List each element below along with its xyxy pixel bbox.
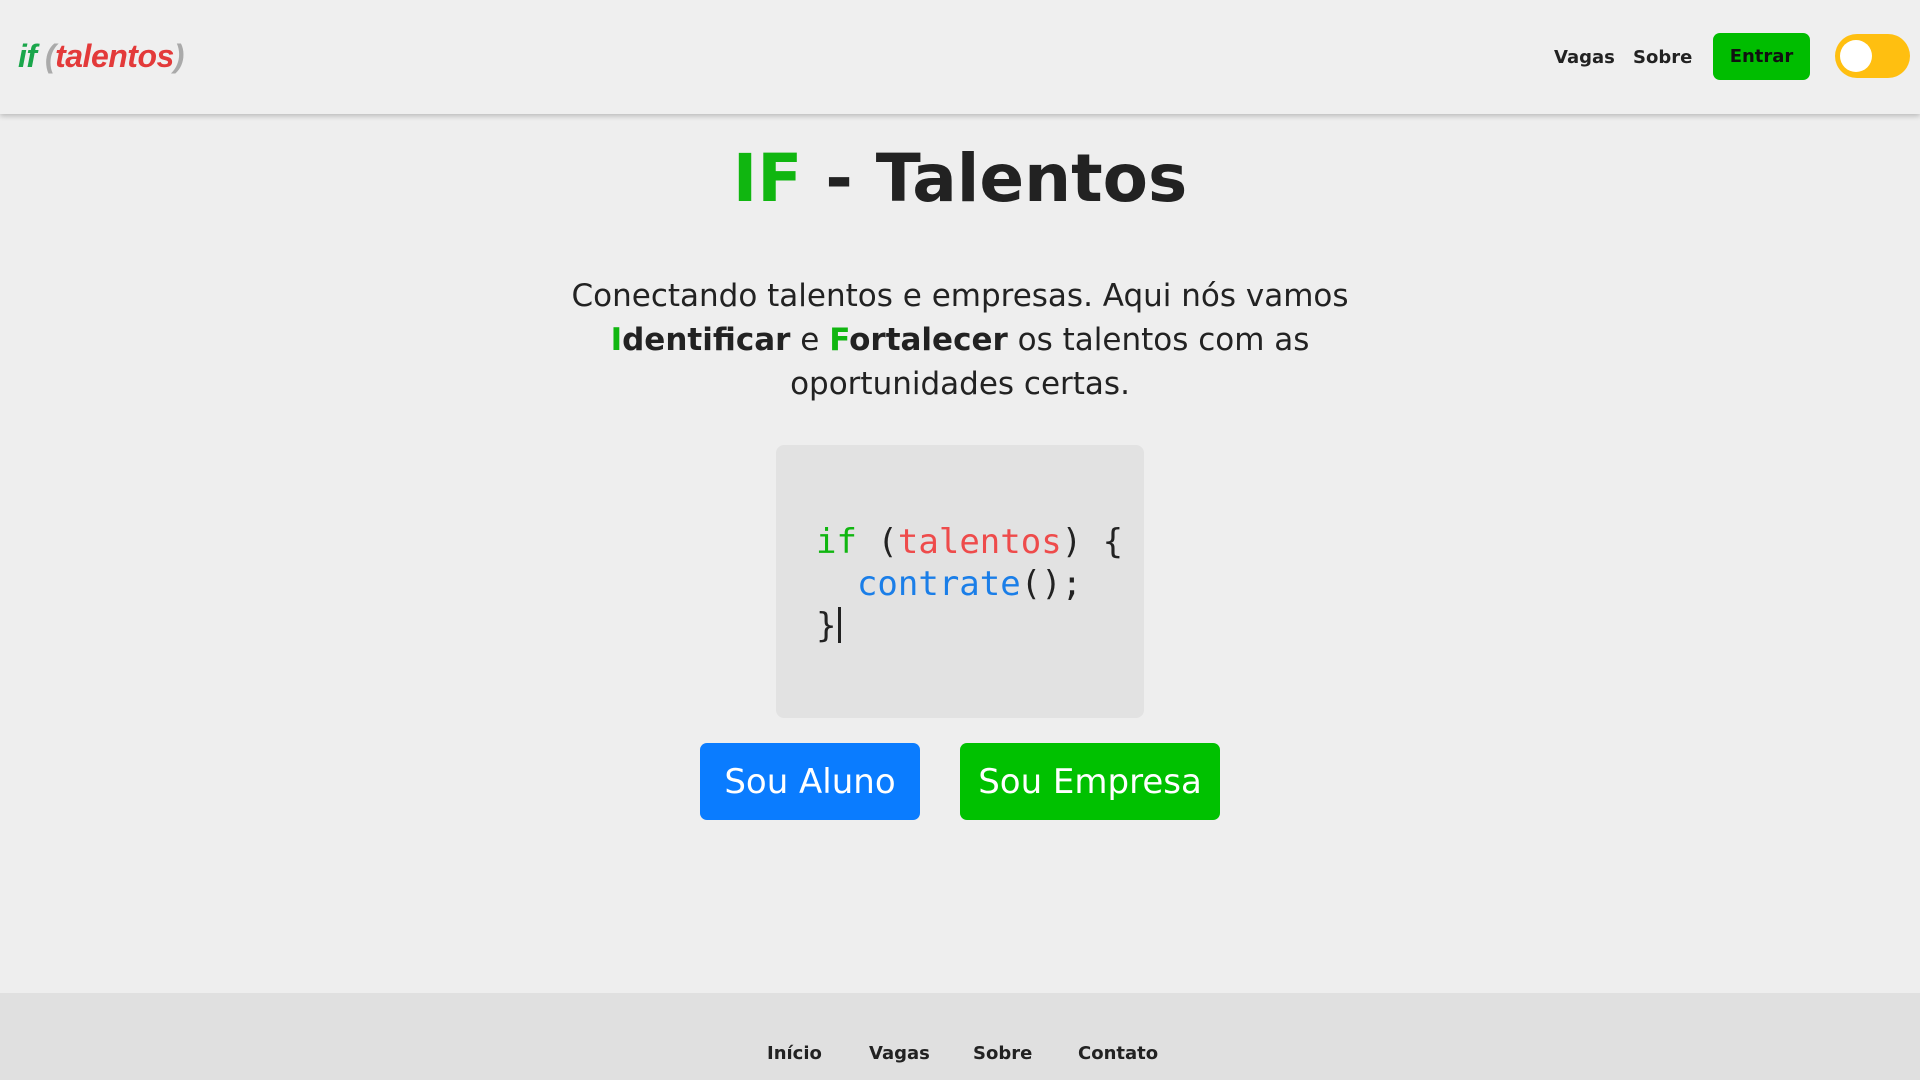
hero-description: Conectando talentos e empresas. Aqui nós…: [560, 274, 1360, 406]
text-cursor: [838, 607, 842, 643]
navbar: if (talentos) Vagas Sobre Entrar: [0, 0, 1920, 114]
code-variable: talentos: [897, 522, 1062, 562]
code-snippet: if (talentos) { contrate(); }: [816, 521, 1123, 647]
code-open: (: [856, 522, 898, 562]
footer-link-vagas[interactable]: Vagas: [869, 1043, 930, 1064]
company-button[interactable]: Sou Empresa: [960, 743, 1220, 820]
footer-link-inicio[interactable]: Início: [767, 1043, 822, 1064]
logo-close-paren: ): [173, 38, 185, 74]
code-snippet-box: if (talentos) { contrate(); }: [776, 445, 1144, 718]
logo-open-paren: (: [44, 38, 56, 74]
hero-text-part1: Conectando talentos e empresas. Aqui nós…: [571, 278, 1349, 314]
logo-word: talentos: [55, 38, 174, 74]
code-call: ();: [1020, 564, 1083, 604]
identify-rest: dentificar: [622, 322, 791, 358]
strengthen-rest: ortalecer: [849, 322, 1008, 358]
code-end: }: [816, 606, 837, 646]
student-button[interactable]: Sou Aluno: [700, 743, 920, 820]
toggle-knob: [1840, 40, 1872, 72]
footer: Início Vagas Sobre Contato: [0, 993, 1920, 1080]
code-function: contrate: [856, 564, 1021, 604]
footer-link-sobre[interactable]: Sobre: [973, 1043, 1032, 1064]
page-title: IF - Talentos: [0, 140, 1920, 217]
logo[interactable]: if (talentos): [18, 38, 184, 75]
code-keyword: if: [816, 522, 857, 562]
nav-link-vagas[interactable]: Vagas: [1554, 47, 1615, 68]
hero-conj: e: [790, 322, 830, 358]
title-accent: IF: [732, 140, 803, 217]
title-rest: - Talentos: [802, 140, 1188, 217]
nav-link-sobre[interactable]: Sobre: [1633, 47, 1692, 68]
logo-keyword: if: [18, 38, 37, 74]
identify-initial: I: [610, 322, 623, 358]
theme-toggle[interactable]: [1835, 34, 1910, 78]
footer-link-contato[interactable]: Contato: [1078, 1043, 1158, 1064]
code-close: ) {: [1061, 522, 1124, 562]
login-button[interactable]: Entrar: [1713, 33, 1810, 80]
strengthen-initial: F: [829, 322, 850, 358]
